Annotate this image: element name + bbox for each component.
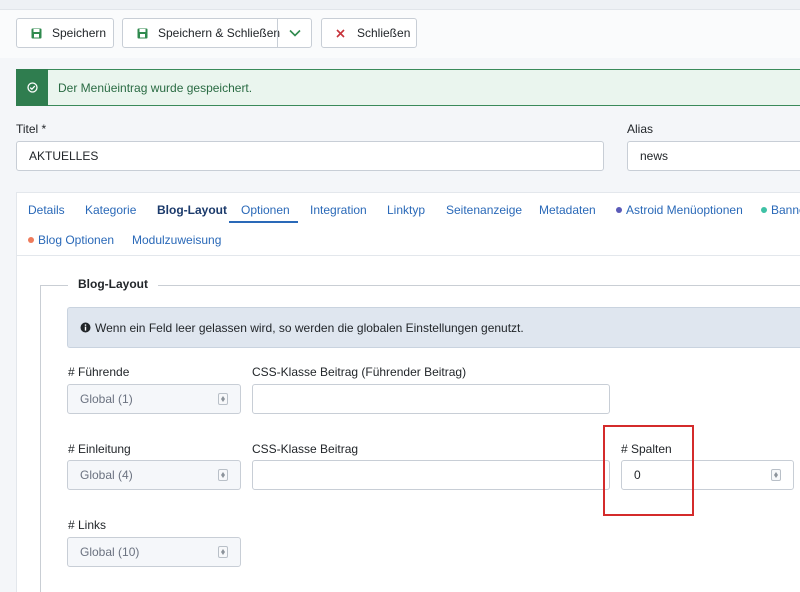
leading-css-label: CSS-Klasse Beitrag (Führender Beitrag) — [252, 365, 467, 379]
info-circle-icon — [80, 322, 91, 333]
save-button[interactable]: Speichern — [16, 18, 114, 48]
intro-css-input[interactable] — [252, 460, 610, 490]
save-close-button[interactable]: Speichern & Schließen — [122, 18, 312, 48]
close-button-label: Schließen — [357, 26, 411, 40]
info-alert: Wenn ein Feld leer gelassen wird, so wer… — [67, 307, 800, 348]
leading-label: # Führende — [68, 365, 130, 379]
tab-astroid-menueoptionen[interactable]: Astroid Menüoptionen — [616, 203, 743, 217]
status-dot-icon — [616, 207, 622, 213]
spinner-icon[interactable] — [218, 546, 228, 558]
leading-input-value: Global (1) — [80, 392, 133, 406]
tab-kategorie[interactable]: Kategorie — [85, 203, 136, 217]
status-dot-icon — [28, 237, 34, 243]
save-close-button-label: Speichern & Schließen — [158, 26, 281, 40]
highlight-box — [603, 425, 694, 516]
save-button-label: Speichern — [52, 26, 107, 40]
info-message: Wenn ein Feld leer gelassen wird, so wer… — [95, 320, 524, 335]
chevron-down-icon — [288, 29, 301, 37]
title-input[interactable]: AKTUELLES — [16, 141, 604, 171]
spinner-icon[interactable] — [771, 469, 781, 481]
spinner-icon[interactable] — [218, 393, 228, 405]
top-bar — [0, 0, 800, 10]
links-input-value: Global (10) — [80, 545, 140, 559]
status-dot-icon — [761, 207, 767, 213]
tab-banner-label: Banne — [771, 203, 800, 217]
links-label: # Links — [68, 518, 107, 532]
active-tab-indicator — [229, 221, 298, 223]
tab-integration[interactable]: Integration — [310, 203, 367, 217]
tab-astroid-label: Astroid Menüoptionen — [626, 203, 743, 217]
alias-input-value: news — [640, 149, 669, 163]
close-button[interactable]: Schließen — [321, 18, 417, 48]
links-input[interactable]: Global (10) — [67, 537, 241, 567]
tab-seitenanzeige[interactable]: Seitenanzeige — [446, 203, 522, 217]
spinner-icon[interactable] — [218, 469, 228, 481]
intro-label: # Einleitung — [68, 442, 131, 456]
tab-optionen[interactable]: Optionen — [241, 203, 290, 217]
leading-input[interactable]: Global (1) — [67, 384, 241, 414]
tab-blog-optionen-label: Blog Optionen — [38, 233, 115, 247]
intro-input[interactable]: Global (4) — [67, 460, 241, 490]
intro-input-value: Global (4) — [80, 468, 133, 482]
tab-banner[interactable]: Banne — [761, 203, 800, 217]
tab-blog-layout[interactable]: Blog-Layout — [157, 203, 227, 217]
check-circle-icon — [16, 69, 48, 106]
alert-message: Der Menüeintrag wurde gespeichert. — [58, 80, 253, 95]
save-icon — [137, 28, 148, 39]
toolbar: Speichern Speichern & Schließen Schließe… — [0, 10, 800, 58]
tab-modulzuweisung[interactable]: Modulzuweisung — [132, 233, 221, 247]
success-alert: Der Menüeintrag wurde gespeichert. — [16, 69, 800, 106]
tab-linktyp[interactable]: Linktyp — [387, 203, 425, 217]
tab-metadaten[interactable]: Metadaten — [539, 203, 596, 217]
title-input-value: AKTUELLES — [29, 149, 99, 163]
tab-blog-optionen[interactable]: Blog Optionen — [28, 233, 114, 247]
fieldset-legend: Blog-Layout — [68, 277, 158, 291]
save-icon — [31, 28, 42, 39]
save-options-dropdown-toggle[interactable] — [277, 19, 311, 47]
alias-input[interactable]: news — [627, 141, 800, 171]
alias-label: Alias — [627, 122, 654, 136]
close-icon — [336, 28, 345, 38]
intro-css-label: CSS-Klasse Beitrag — [252, 442, 359, 456]
fieldset-border — [40, 285, 41, 592]
leading-css-input[interactable] — [252, 384, 610, 414]
title-label: Titel * — [16, 122, 47, 136]
tab-details[interactable]: Details — [28, 203, 65, 217]
